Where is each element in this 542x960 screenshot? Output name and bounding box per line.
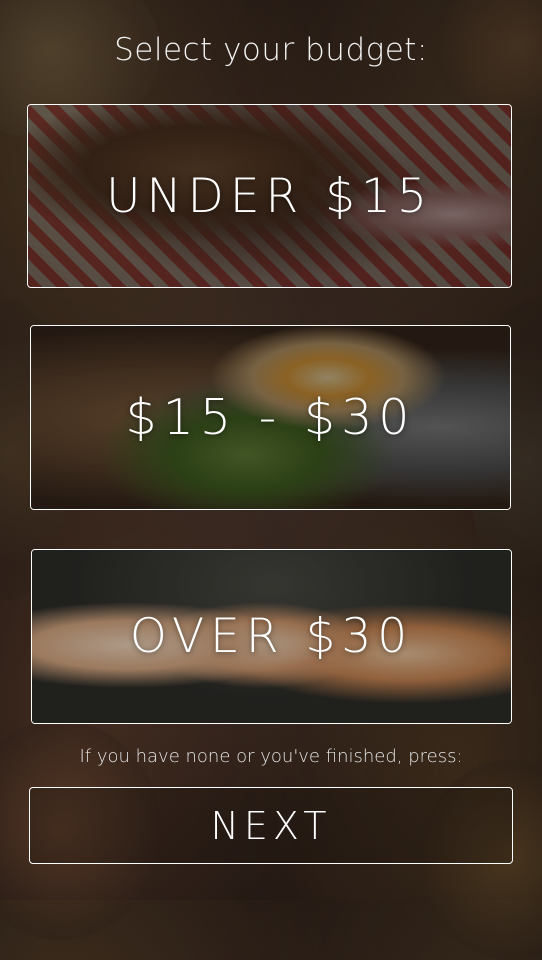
budget-option-under-15[interactable]: UNDER $15 (27, 104, 512, 288)
next-hint-text: If you have none or you've finished, pre… (79, 746, 463, 767)
budget-option-label: $15 - $30 (125, 389, 416, 446)
next-button[interactable]: NEXT (29, 787, 513, 864)
budget-option-15-to-30[interactable]: $15 - $30 (30, 325, 511, 510)
budget-option-over-30[interactable]: OVER $30 (31, 549, 512, 724)
budget-option-label: OVER $30 (129, 609, 414, 664)
budget-option-label: UNDER $15 (106, 168, 433, 224)
page-title: Select your budget: (114, 32, 428, 68)
